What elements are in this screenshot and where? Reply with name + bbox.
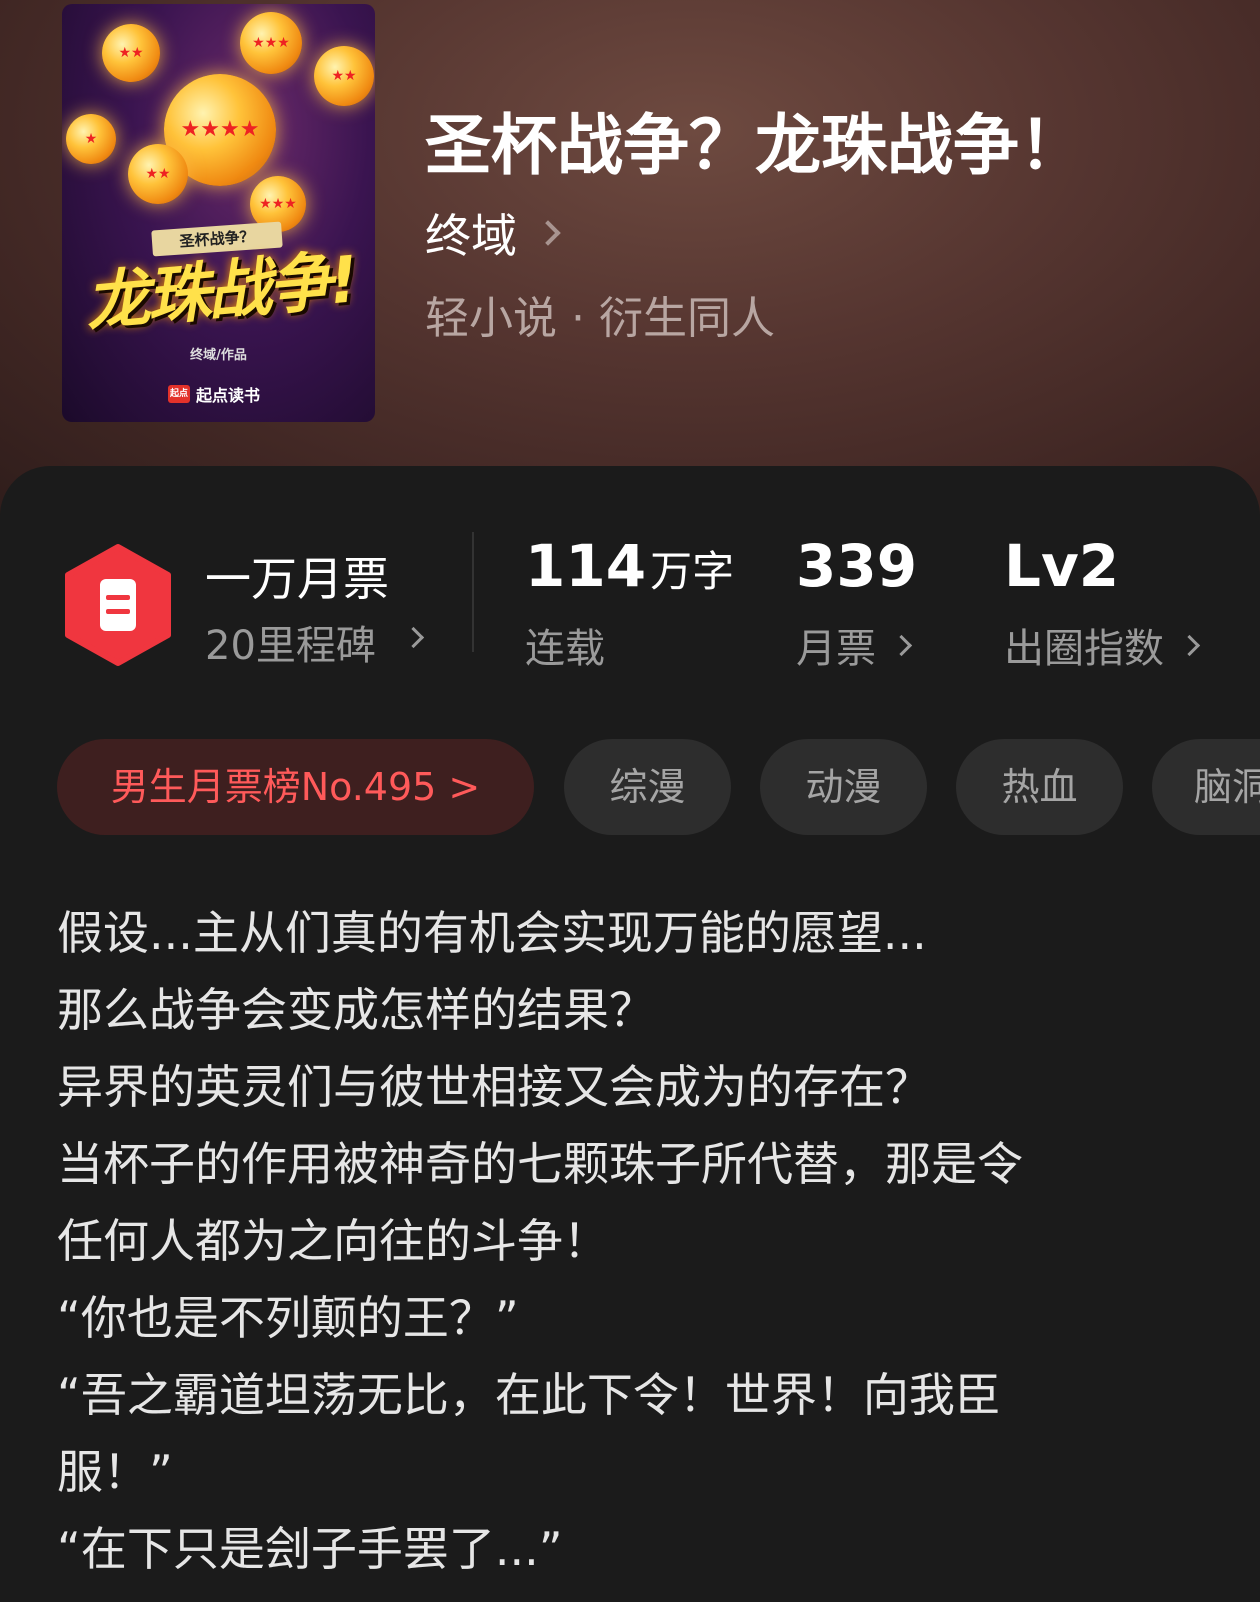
ticket-hexagon-icon[interactable] [62, 543, 174, 667]
description-line: 异界的英灵们与彼世相接又会成为的存在？ [57, 1060, 931, 1114]
milestone-title[interactable]: 一万月票 [205, 543, 389, 609]
popularity-index-label: 出圈指数 [1004, 626, 1164, 672]
author-link[interactable]: 终域 [425, 200, 561, 266]
rank-tag[interactable]: 男生月票榜No.495 > [57, 739, 534, 835]
book-cover[interactable]: ★★ ★★★ ★★ ★★★★ ★ ★★ ★★★ 圣杯战争？ 龙珠战争! 终域/作… [62, 4, 375, 422]
popularity-level[interactable]: Lv2 [1004, 532, 1119, 600]
word-count-value: 114 [525, 532, 647, 600]
chevron-right-icon [1178, 634, 1201, 656]
description-line: 服！” [57, 1445, 173, 1499]
milestone-subtitle[interactable]: 20里程碑 [205, 613, 376, 671]
popularity-index-link[interactable]: 出圈指数 [1004, 616, 1201, 674]
description-line: 那么战争会变成怎样的结果？ [57, 983, 655, 1037]
dragon-ball-icon: ★★★ [240, 12, 302, 74]
description-line: 假设...主从们真的有机会实现万能的愿望... [57, 906, 927, 960]
cover-brand: 起点 起点读书 [168, 382, 260, 406]
brand-logo-icon: 起点 [168, 385, 190, 403]
cover-title: 龙珠战争! [82, 243, 359, 341]
description-line: 任何人都为之向往的斗争！ [57, 1214, 609, 1268]
tag-chip[interactable]: 脑洞 [1152, 739, 1260, 835]
chevron-right-icon [890, 634, 913, 656]
monthly-ticket-label: 月票 [796, 626, 876, 672]
description-line: “吾之霸道坦荡无比，在此下令！世界！向我臣 [57, 1368, 1001, 1422]
description-line: 当杯子的作用被神奇的七颗珠子所代替，那是令 [57, 1137, 1023, 1191]
divider [472, 532, 474, 652]
book-genre: 轻小说 · 衍生同人 [425, 293, 775, 344]
dragon-ball-icon: ★★ [314, 46, 374, 106]
cover-brand-label: 起点读书 [196, 386, 261, 405]
chevron-right-icon [535, 220, 561, 246]
tag-chip[interactable]: 动漫 [760, 739, 927, 835]
serial-status-label: 连载 [525, 626, 605, 672]
dragon-ball-icon: ★★ [102, 24, 160, 82]
tag-chip[interactable]: 综漫 [564, 739, 731, 835]
book-description[interactable]: 假设...主从们真的有机会实现万能的愿望... 那么战争会变成怎样的结果？ 异界… [57, 895, 1237, 1588]
dragon-ball-icon: ★★ [128, 144, 188, 204]
book-title: 圣杯战争？龙珠战争！ [425, 106, 1085, 184]
word-count: 114万字 [525, 532, 734, 600]
description-line: “在下只是刽子手罢了...” [57, 1522, 563, 1576]
monthly-ticket-count[interactable]: 339 [796, 532, 917, 600]
monthly-ticket-link[interactable]: 月票 [796, 616, 913, 674]
description-line: “你也是不列颠的王？” [57, 1291, 519, 1345]
dragon-ball-icon: ★ [66, 114, 116, 164]
serial-status: 连载 [525, 616, 605, 674]
word-count-unit: 万字 [650, 547, 735, 596]
author-name: 终域 [425, 209, 517, 263]
tag-chip[interactable]: 热血 [956, 739, 1123, 835]
cover-author: 终域/作品 [190, 348, 247, 363]
